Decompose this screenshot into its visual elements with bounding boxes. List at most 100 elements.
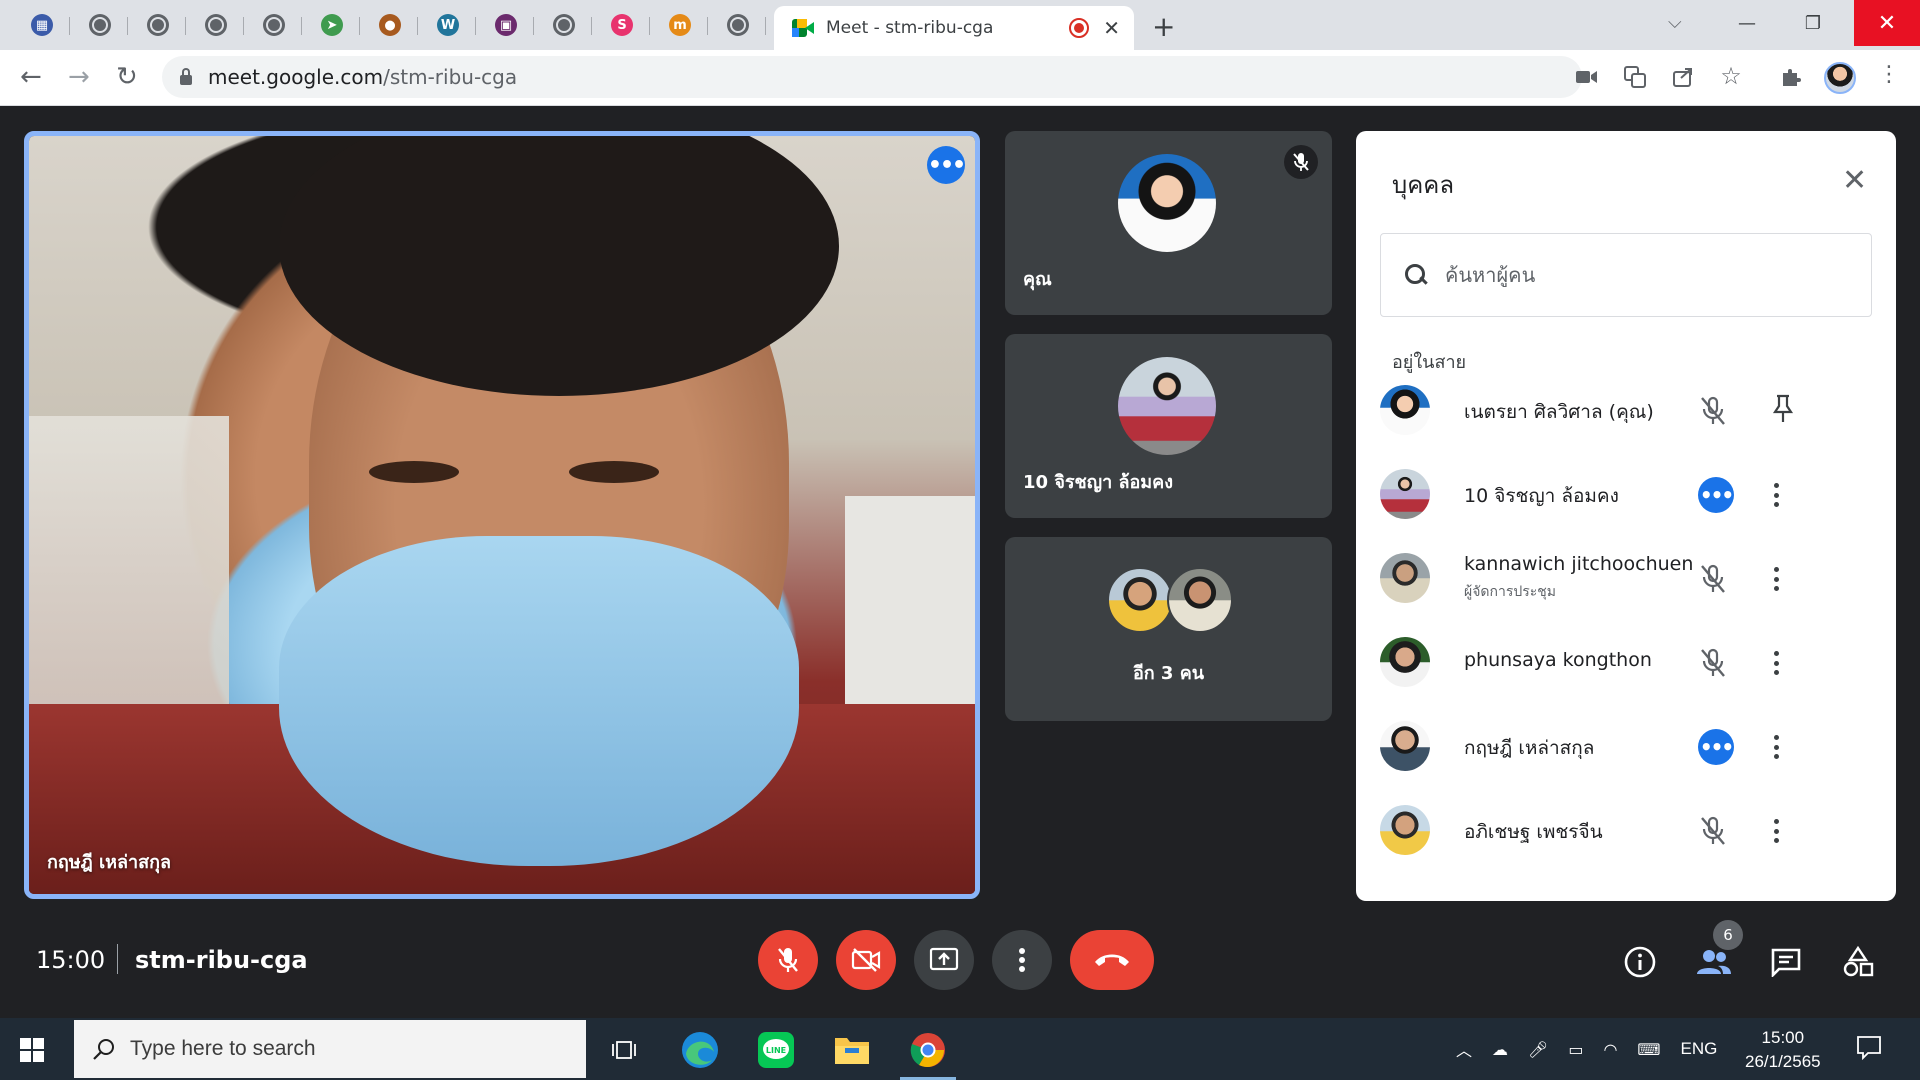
- pin-icon[interactable]: [1772, 393, 1794, 429]
- pinned-tab[interactable]: ▣: [478, 8, 534, 42]
- tab-title: Meet - stm-ribu-cga: [826, 18, 994, 38]
- google-meet-icon: [792, 19, 814, 37]
- participant-row[interactable]: อภิเชษฐ เพชรจีน: [1380, 795, 1880, 865]
- people-search-input[interactable]: ค้นหาผู้คน: [1380, 233, 1872, 317]
- pinned-tab[interactable]: W: [420, 8, 476, 42]
- pinned-tab[interactable]: ▦: [14, 8, 70, 42]
- tile-options-button[interactable]: •••: [927, 146, 966, 184]
- minimize-button[interactable]: —: [1714, 0, 1780, 46]
- notifications-icon[interactable]: [1856, 1034, 1882, 1064]
- chat-button[interactable]: [1768, 944, 1804, 980]
- participant-row[interactable]: kannawich jitchoochuen ผู้จัดการประชุม: [1380, 543, 1880, 613]
- search-icon: [93, 1039, 114, 1060]
- forward-arrow-icon[interactable]: →: [68, 62, 90, 92]
- close-tab-icon[interactable]: ✕: [1103, 16, 1120, 40]
- participant-tile[interactable]: 10 จิรชญา ล้อมคง: [1005, 334, 1332, 518]
- new-tab-button[interactable]: +: [1152, 10, 1175, 43]
- activities-button[interactable]: [1840, 944, 1876, 980]
- plane-icon: ➤: [321, 14, 343, 36]
- pinned-tab[interactable]: [72, 8, 128, 42]
- show-hidden-icons-chevron-icon[interactable]: ︿: [1456, 1037, 1472, 1061]
- globe-icon: [727, 14, 749, 36]
- speaking-indicator-icon: •••: [1698, 729, 1734, 765]
- translate-icon[interactable]: [1622, 66, 1648, 90]
- pinned-tab[interactable]: [130, 8, 186, 42]
- pinned-tab[interactable]: ➤: [304, 8, 360, 42]
- avatar: [1380, 637, 1430, 687]
- camera-in-use-icon[interactable]: [1574, 66, 1600, 90]
- participant-more-button[interactable]: [1770, 479, 1782, 511]
- meeting-controls-bar: 15:00 stm-ribu-cga 6: [0, 908, 1920, 1018]
- meeting-time: 15:00: [36, 946, 106, 974]
- recording-indicator-icon: [1069, 18, 1090, 38]
- line-app[interactable]: LINE: [754, 1028, 798, 1072]
- pinned-tab[interactable]: [188, 8, 244, 42]
- share-icon[interactable]: [1670, 66, 1696, 90]
- window-close-button[interactable]: ✕: [1854, 0, 1920, 46]
- pinned-tab[interactable]: ●: [362, 8, 418, 42]
- browser-menu-icon[interactable]: ⋮: [1876, 62, 1902, 87]
- speaking-indicator-icon: •••: [1698, 477, 1734, 513]
- avatar: [1118, 357, 1216, 455]
- tab-search-chevron-icon[interactable]: ⌵: [1668, 12, 1682, 33]
- section-label: อยู่ในสาย: [1392, 352, 1467, 373]
- file-explorer-app[interactable]: [830, 1028, 874, 1072]
- avatar: [1380, 805, 1430, 855]
- pinned-tab[interactable]: [536, 8, 592, 42]
- pinned-tab[interactable]: m: [652, 8, 708, 42]
- avatar: [1118, 154, 1216, 252]
- mic-off-icon[interactable]: [1698, 647, 1728, 683]
- globe-icon: [553, 14, 575, 36]
- taskbar-search-box[interactable]: Type here to search: [74, 1020, 586, 1078]
- onedrive-cloud-icon[interactable]: ☁: [1492, 1040, 1508, 1059]
- avatar: [1380, 385, 1430, 435]
- back-arrow-icon[interactable]: ←: [20, 62, 42, 92]
- reload-icon[interactable]: ↻: [116, 62, 138, 92]
- pinned-tab[interactable]: S: [594, 8, 650, 42]
- toggle-camera-button[interactable]: [836, 930, 896, 990]
- more-vert-icon: [1019, 948, 1025, 972]
- chrome-app[interactable]: [900, 1028, 956, 1080]
- leave-call-button[interactable]: [1070, 930, 1154, 990]
- participant-row[interactable]: 10 จิรชญา ล้อมคง •••: [1380, 459, 1880, 529]
- address-bar[interactable]: meet.google.com/stm-ribu-cga: [162, 56, 1582, 98]
- extensions-puzzle-icon[interactable]: [1778, 66, 1804, 90]
- edge-app[interactable]: [678, 1028, 722, 1072]
- participant-more-button[interactable]: [1770, 563, 1782, 595]
- main-video-tile[interactable]: ••• กฤษฎี เหล่าสกุล: [24, 131, 980, 899]
- present-screen-button[interactable]: [914, 930, 974, 990]
- others-tile[interactable]: อีก 3 คน: [1005, 537, 1332, 721]
- bookmark-star-icon[interactable]: ☆: [1718, 62, 1744, 90]
- task-view-button[interactable]: [602, 1028, 646, 1072]
- tab-meet[interactable]: Meet - stm-ribu-cga ✕: [774, 6, 1134, 50]
- participant-more-button[interactable]: [1770, 731, 1782, 763]
- more-options-button[interactable]: [992, 930, 1052, 990]
- toggle-microphone-button[interactable]: [758, 930, 818, 990]
- participant-row[interactable]: เนตรยา ศิลวิศาล (คุณ): [1380, 375, 1880, 445]
- keyboard-icon[interactable]: ⌨: [1637, 1040, 1660, 1059]
- restore-button[interactable]: ❐: [1780, 0, 1846, 46]
- participant-role: ผู้จัดการประชุม: [1464, 584, 1557, 600]
- browser-toolbar: ← → ↻ meet.google.com/stm-ribu-cga ☆ ⋮: [0, 50, 1920, 106]
- meeting-details-button[interactable]: [1622, 944, 1658, 980]
- pinned-tab[interactable]: [710, 8, 766, 42]
- profile-avatar[interactable]: [1824, 62, 1856, 94]
- close-panel-button[interactable]: ✕: [1842, 163, 1867, 198]
- windows-start-button[interactable]: [20, 1038, 44, 1062]
- mic-off-icon[interactable]: [1698, 395, 1728, 431]
- system-clock[interactable]: 15:00 26/1/2565: [1745, 1026, 1821, 1074]
- participant-more-button[interactable]: [1770, 647, 1782, 679]
- participant-row[interactable]: กฤษฎี เหล่าสกุล •••: [1380, 711, 1880, 781]
- battery-icon[interactable]: ▭: [1568, 1040, 1583, 1059]
- system-tray: ︿ ☁ 🎤︎ ▭ ◠ ⌨ ENG: [1456, 1018, 1737, 1080]
- pinned-tab[interactable]: [246, 8, 302, 42]
- input-language-indicator[interactable]: ENG: [1681, 1039, 1718, 1059]
- participant-row[interactable]: phunsaya kongthon: [1380, 627, 1880, 697]
- participant-more-button[interactable]: [1770, 815, 1782, 847]
- microphone-icon[interactable]: 🎤︎: [1528, 1040, 1548, 1059]
- wifi-icon[interactable]: ◠: [1603, 1040, 1617, 1059]
- mic-off-icon[interactable]: [1698, 563, 1728, 599]
- self-tile[interactable]: คุณ: [1005, 131, 1332, 315]
- task-view-icon: [612, 1041, 636, 1059]
- mic-off-icon[interactable]: [1698, 815, 1728, 851]
